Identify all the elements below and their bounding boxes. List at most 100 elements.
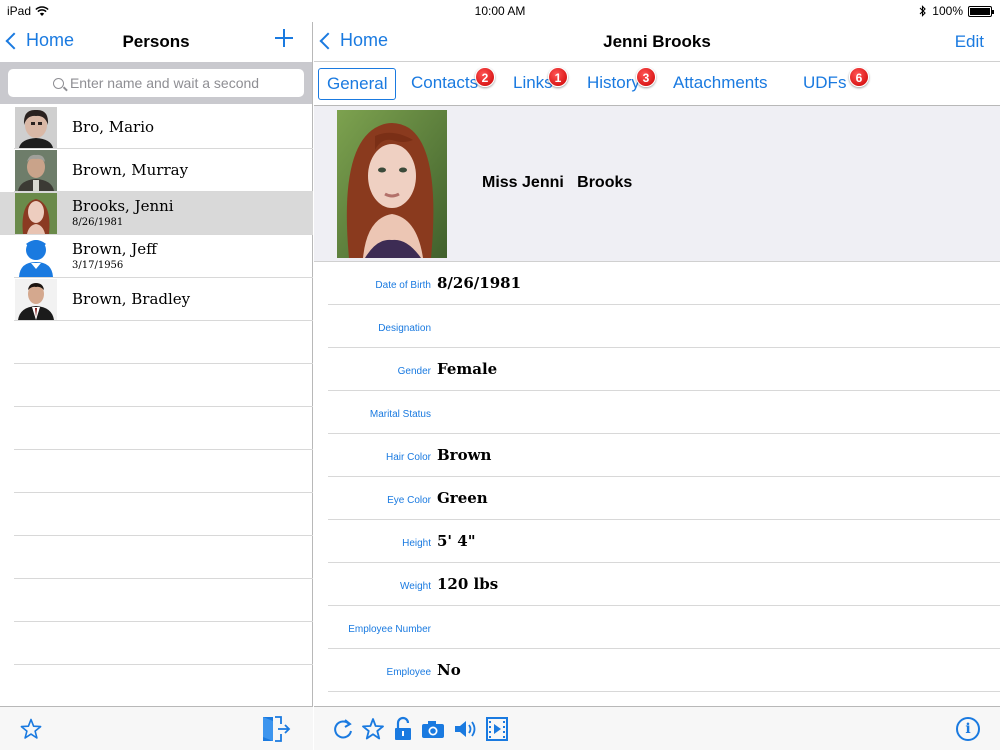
detail-toolbar: i [314, 706, 1000, 750]
tab-label: General [327, 74, 388, 93]
avatar [15, 193, 57, 234]
bluetooth-icon [919, 5, 927, 17]
favorite-star-icon[interactable] [20, 718, 42, 740]
add-person-button[interactable] [274, 28, 294, 48]
tab-contacts[interactable]: Contacts [403, 68, 486, 100]
tab-attachments[interactable]: Attachments [665, 68, 776, 100]
detail-title: Jenni Brooks [603, 32, 711, 51]
tab-label: Contacts [411, 73, 479, 92]
status-bar: iPad 10:00 AM 100% [0, 0, 1000, 22]
avatar [15, 107, 57, 148]
person-photo[interactable] [337, 110, 447, 258]
persons-toolbar [0, 706, 313, 750]
person-name: Brown, Bradley [72, 290, 191, 308]
edit-button[interactable]: Edit [955, 32, 984, 52]
persons-pane: Home Persons Enter name and wait a secon… [0, 22, 313, 750]
list-item-person[interactable]: Brown, Murray [14, 149, 313, 192]
empty-row [14, 364, 313, 407]
empty-row [14, 579, 313, 622]
avatar [15, 150, 57, 191]
field-row-employee-number[interactable]: Employee Number [328, 606, 1000, 649]
field-row-date-of-birth[interactable]: Date of Birth 8/26/1981 [328, 262, 1000, 305]
persons-title: Persons [122, 32, 190, 51]
person-fields: Date of Birth 8/26/1981 Designation Gend… [328, 262, 1000, 692]
empty-row [14, 493, 313, 536]
camera-icon[interactable] [420, 716, 446, 742]
field-label: Employee [386, 667, 431, 678]
tab-udfs-badge: 6 [849, 67, 869, 87]
field-value: Brown [437, 446, 492, 464]
field-row-weight[interactable]: Weight 120 lbs [328, 563, 1000, 606]
field-row-hair-color[interactable]: Hair Color Brown [328, 434, 1000, 477]
field-label: Date of Birth [375, 280, 431, 291]
field-value: 8/26/1981 [437, 274, 522, 292]
field-label: Designation [378, 323, 431, 334]
detail-nav-bar: Home Jenni Brooks Edit [314, 22, 1000, 62]
field-value: 5' 4" [437, 532, 476, 550]
search-icon [52, 77, 64, 89]
field-row-employee[interactable]: Employee No [328, 649, 1000, 692]
search-placeholder: Enter name and wait a second [69, 75, 260, 91]
list-item-person[interactable]: Brown, Bradley [14, 278, 313, 321]
person-header: Miss Jenni Brooks [314, 106, 1000, 262]
empty-row [14, 407, 313, 450]
field-label: Height [402, 538, 431, 549]
empty-row [14, 536, 313, 579]
field-label: Weight [400, 581, 431, 592]
field-row-gender[interactable]: Gender Female [328, 348, 1000, 391]
list-item-person[interactable]: Bro, Mario [14, 106, 313, 149]
field-label: Gender [397, 366, 431, 377]
tab-label: Links [513, 73, 553, 92]
exit-door-icon[interactable] [261, 715, 291, 743]
field-value: 120 lbs [437, 575, 499, 593]
person-birthdate: 8/26/1981 [72, 217, 124, 228]
tab-general[interactable]: General [318, 68, 397, 100]
person-name: Brown, Murray [72, 161, 189, 179]
tab-history-badge: 3 [636, 67, 656, 87]
list-item-person[interactable]: Brown, Jeff 3/17/1956 [14, 235, 313, 278]
field-row-eye-color[interactable]: Eye Color Green [328, 477, 1000, 520]
field-label: Eye Color [387, 495, 431, 506]
field-row-marital-status[interactable]: Marital Status [328, 391, 1000, 434]
list-item-person-selected[interactable]: Brooks, Jenni 8/26/1981 [0, 192, 313, 235]
search-bar: Enter name and wait a second [0, 62, 312, 104]
person-birthdate: 3/17/1956 [72, 260, 124, 271]
person-detail-pane: Home Jenni Brooks Edit General Contacts … [314, 22, 1000, 750]
person-name: Brown, Jeff [72, 240, 157, 258]
avatar [15, 279, 57, 320]
field-label: Employee Number [348, 624, 431, 635]
empty-row [14, 622, 313, 665]
battery-percent: 100% [932, 4, 963, 18]
battery-icon [968, 5, 994, 17]
field-row-height[interactable]: Height 5' 4" [328, 520, 1000, 563]
speaker-icon[interactable] [452, 716, 478, 742]
field-label: Marital Status [369, 409, 431, 420]
tab-links-badge: 1 [548, 67, 568, 87]
avatar-placeholder-icon [15, 236, 57, 277]
tab-label: UDFs [803, 73, 847, 92]
person-name: Bro, Mario [72, 118, 155, 136]
field-label: Hair Color [385, 452, 431, 463]
field-value: No [437, 661, 461, 679]
info-icon[interactable]: i [956, 717, 980, 741]
tab-udfs[interactable]: UDFs [795, 68, 854, 100]
empty-row [14, 450, 313, 493]
person-name: Brooks, Jenni [72, 197, 174, 215]
detail-tabs: General Contacts 2 Links 1 History 3 Att… [314, 62, 1000, 106]
tab-contacts-badge: 2 [475, 67, 495, 87]
unlock-icon[interactable] [390, 716, 416, 742]
empty-row [14, 321, 313, 364]
tab-label: Attachments [673, 73, 768, 92]
refresh-icon[interactable] [330, 716, 356, 742]
person-list: Bro, Mario Brown, Murray Brooks, Jenni 8… [0, 106, 313, 708]
person-full-name: Miss Jenni Brooks [482, 174, 633, 191]
field-value: Female [437, 360, 498, 378]
empty-row [14, 665, 313, 708]
status-time: 10:00 AM [474, 4, 526, 18]
favorite-star-icon[interactable] [360, 716, 386, 742]
persons-nav-bar: Home Persons [0, 22, 312, 62]
field-row-designation[interactable]: Designation [328, 305, 1000, 348]
search-input[interactable]: Enter name and wait a second [8, 69, 304, 97]
tab-label: History [587, 73, 640, 92]
video-film-icon[interactable] [484, 716, 510, 742]
